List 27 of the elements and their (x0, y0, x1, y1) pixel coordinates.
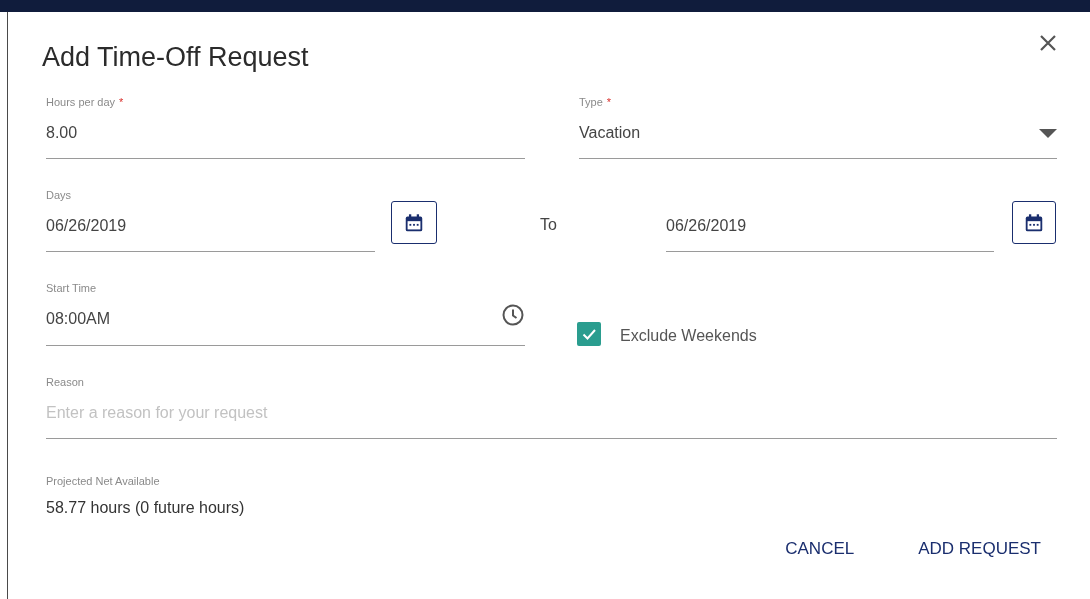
type-dropdown[interactable]: Vacation (579, 124, 1039, 142)
checkbox-label: Exclude Weekends (620, 327, 757, 345)
field-label: Hours per day (46, 95, 116, 109)
required-mark: * (119, 95, 124, 109)
required-mark: * (606, 95, 612, 109)
reason-field[interactable]: Enter a reason for your request (46, 404, 1057, 422)
projected-value: 58.77 hours (0 future hours) (46, 498, 246, 518)
hours-field[interactable]: 8.00 (46, 124, 525, 142)
date-field[interactable]: 06/26/2019 (666, 217, 994, 235)
checkbox[interactable] (577, 322, 601, 346)
field-label: Days (46, 188, 72, 202)
calendar-button[interactable] (391, 201, 437, 244)
date-field[interactable]: 06/26/2019 (46, 217, 375, 235)
field-label: Reason (46, 375, 84, 389)
calendar-icon (1023, 211, 1045, 234)
projected-label: Projected Net Available (46, 474, 161, 488)
calendar-icon (403, 211, 425, 234)
dialog-title: Add Time-Off Request (42, 41, 309, 73)
clock-icon[interactable] (501, 303, 525, 327)
calendar-button[interactable] (1012, 201, 1056, 244)
to-label: To (540, 216, 558, 234)
field-label: Start Time (46, 281, 97, 295)
dialog-button[interactable]: CANCEL (777, 533, 863, 565)
time-field[interactable]: 08:00AM (46, 310, 501, 328)
dialog-button[interactable]: ADD REQUEST (910, 533, 1049, 565)
dropdown-arrow-icon (1039, 128, 1057, 138)
field-label: Type (579, 95, 603, 109)
